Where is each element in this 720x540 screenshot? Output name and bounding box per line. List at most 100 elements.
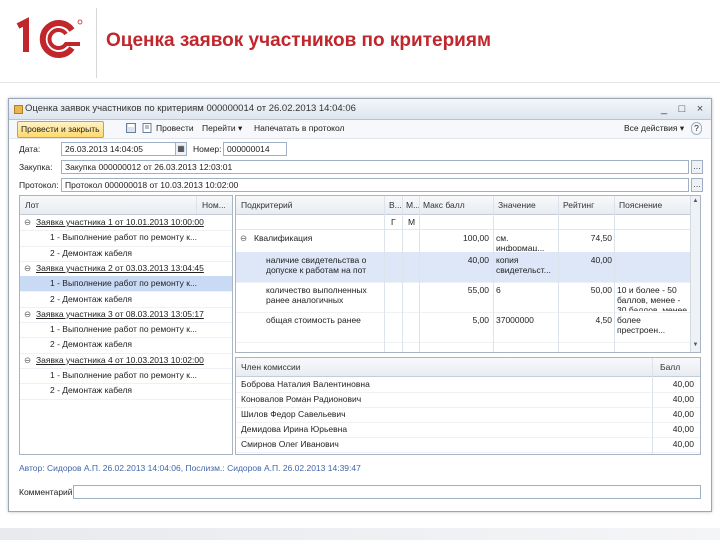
rating-column-header[interactable]: Рейтинг — [563, 200, 594, 210]
lot-row[interactable]: 2 - Демонтаж кабеля — [20, 246, 232, 262]
value-column-header[interactable]: Значение — [498, 200, 536, 210]
lot-row[interactable]: ⊖ Заявка участника 3 от 08.03.2013 13:05:… — [20, 307, 232, 324]
collapse-icon[interactable]: ⊖ — [240, 233, 247, 244]
protocol-select-button[interactable]: … — [691, 178, 703, 192]
criteria-scrollbar[interactable]: ▲ ▼ — [690, 196, 700, 352]
criteria-row[interactable]: наличие свидетельства о допуске к работа… — [236, 252, 690, 283]
collapse-icon[interactable]: ⊖ — [24, 355, 31, 366]
protocol-field[interactable]: Протокол 000000018 от 10.03.2013 10:02:0… — [61, 178, 689, 192]
help-button[interactable]: ? — [691, 122, 702, 135]
lot-row[interactable]: 1 - Выполнение работ по ремонту к... — [20, 368, 232, 385]
member-name: Боброва Наталия Валентиновна — [241, 379, 370, 389]
criteria-name: общая стоимость ранее — [266, 315, 361, 325]
lot-row[interactable]: ⊖ Заявка участника 2 от 03.03.2013 13:04:… — [20, 261, 232, 278]
criteria-value: см. информац... — [496, 233, 545, 251]
lot-row[interactable]: 1 - Выполнение работ по ремонту к... — [20, 322, 232, 339]
lots-table-header: Лот Ном... — [20, 196, 232, 215]
member-column-header[interactable]: Член комиссии — [241, 362, 301, 372]
lot-row[interactable]: 2 - Демонтаж кабеля — [20, 292, 232, 308]
lot-row[interactable]: 2 - Демонтаж кабеля — [20, 383, 232, 400]
criteria-row[interactable]: количество выполненных ранее аналогичных… — [236, 282, 690, 313]
purchase-field[interactable]: Закупка 000000012 от 26.03.2013 12:03:01 — [61, 160, 689, 174]
criteria-name: Квалификация — [254, 233, 313, 243]
criteria-value: 6 — [496, 285, 501, 295]
collapse-icon[interactable]: ⊖ — [24, 263, 31, 274]
criteria-value: копия свидетельст... — [496, 255, 551, 275]
criteria-row[interactable]: общая стоимость ранее 5,00 37000000 4,50 бол… — [236, 312, 690, 343]
post-button[interactable]: Провести — [153, 121, 197, 136]
commission-row[interactable]: Демидова Ирина Юрьевна 40,00 — [236, 422, 700, 438]
collapse-icon[interactable]: ⊖ — [24, 309, 31, 320]
commission-row[interactable]: Коновалов Роман Радионович 40,00 — [236, 392, 700, 408]
toolbar: Провести и закрыть Провести Перейти ▾ На… — [9, 120, 711, 139]
max-score-column-header[interactable]: Макс балл — [423, 200, 465, 210]
header-underline — [0, 82, 720, 83]
lots-table: Лот Ном... ⊖ Заявка участника 1 от 10.01.… — [19, 195, 233, 455]
lot-row-label: 1 - Выполнение работ по ремонту к... — [50, 278, 198, 289]
minimize-button[interactable]: _ — [657, 102, 671, 116]
commission-row[interactable]: Шилов Федор Савельевич 40,00 — [236, 407, 700, 423]
member-score: 40,00 — [672, 394, 694, 404]
lot-row[interactable]: ⊖ Заявка участника 4 от 10.03.2013 10:02:… — [20, 353, 232, 369]
document-icon — [14, 105, 23, 114]
scroll-up-icon[interactable]: ▲ — [691, 197, 700, 206]
lot-row[interactable]: 1 - Выполнение работ по ремонту к... — [20, 276, 232, 293]
criteria-name: наличие свидетельства о допуске к работа… — [266, 255, 367, 275]
score-column-header[interactable]: Балл — [660, 362, 680, 372]
member-score: 40,00 — [672, 424, 694, 434]
lot-row-label: Заявка участника 4 от 10.03.2013 10:02:0… — [36, 354, 204, 365]
all-actions-menu[interactable]: Все действия ▾ — [621, 121, 687, 136]
criteria-max-score: 55,00 — [467, 285, 489, 295]
criteria-table-body: ⊖ Квалификация 100,00 см. информац... 74,50 н… — [236, 230, 690, 351]
collapse-icon[interactable]: ⊖ — [24, 217, 31, 228]
commission-row[interactable]: Смирнов Олег Иванович 40,00 — [236, 437, 700, 453]
lot-row-label: 1 - Выполнение работ по ремонту к... — [50, 370, 198, 380]
member-name: Демидова Ирина Юрьевна — [241, 424, 348, 434]
header-divider — [96, 8, 97, 78]
commission-row[interactable]: Боброва Наталия Валентиновна 40,00 — [236, 377, 700, 393]
lot-row-label: 2 - Демонтаж кабеля — [50, 293, 133, 304]
v-column-header[interactable]: В... — [389, 200, 402, 210]
number-column-header[interactable]: Ном... — [202, 200, 226, 210]
subcriterion-column-header[interactable]: Подкритерий — [241, 200, 293, 210]
close-button[interactable]: × — [693, 102, 707, 116]
lot-row-label: Заявка участника 1 от 10.01.2013 10:00:0… — [36, 217, 204, 227]
criteria-row[interactable]: ⊖ Квалификация 100,00 см. информац... 74,50 — [236, 230, 690, 253]
criteria-note — [617, 255, 689, 281]
maximize-button[interactable]: □ — [675, 102, 689, 116]
lot-row[interactable]: 1 - Выполнение работ по ремонту к... — [20, 230, 232, 247]
lot-row-label: 2 - Демонтаж кабеля — [50, 339, 133, 350]
lot-row-label: 2 - Демонтаж кабеля — [50, 385, 133, 396]
scroll-down-icon[interactable]: ▼ — [691, 341, 700, 350]
lot-row[interactable]: 2 - Демонтаж кабеля — [20, 337, 232, 354]
print-protocol-button[interactable]: Напечатать в протокол — [251, 121, 348, 136]
purchase-select-button[interactable]: … — [691, 160, 703, 174]
lot-row-label: Заявка участника 2 от 03.03.2013 13:04:4… — [36, 262, 204, 273]
lot-row-label: 1 - Выполнение работ по ремонту к... — [50, 232, 198, 243]
member-name: Коновалов Роман Радионович — [241, 394, 362, 404]
lot-row[interactable]: ⊖ Заявка участника 1 от 10.01.2013 10:00:… — [20, 215, 232, 232]
commission-table: Член комиссии Балл Боброва Наталия Вален… — [235, 357, 701, 455]
post-and-close-button[interactable]: Провести и закрыть — [17, 121, 104, 138]
member-score: 40,00 — [672, 379, 694, 389]
criteria-subheader-row: Г М — [236, 215, 690, 230]
lot-row-label: 1 - Выполнение работ по ремонту к... — [50, 324, 198, 335]
note-column-header[interactable]: Пояснение — [619, 200, 662, 210]
criteria-max-score: 5,00 — [472, 315, 489, 325]
number-label: Номер: — [193, 144, 222, 154]
criteria-rating: 50,00 — [590, 285, 612, 295]
criteria-table-header: Подкритерий В... М... Макс балл Значение… — [236, 196, 700, 215]
calendar-button[interactable]: ▦ — [175, 142, 187, 156]
criteria-rating: 40,00 — [590, 255, 612, 265]
v-subheader: Г — [391, 217, 396, 227]
number-field[interactable]: 000000014 — [223, 142, 287, 156]
comment-field[interactable] — [73, 485, 701, 499]
criteria-value: 37000000 — [496, 315, 534, 325]
goto-menu[interactable]: Перейти ▾ — [199, 121, 245, 136]
1c-logo — [14, 16, 86, 62]
lot-column-header[interactable]: Лот — [25, 200, 39, 210]
lots-table-body: ⊖ Заявка участника 1 от 10.01.2013 10:00:… — [20, 215, 232, 453]
criteria-note: 10 и более - 50 баллов, менее - 30 балло… — [617, 285, 687, 311]
criteria-max-score: 40,00 — [467, 255, 489, 265]
date-field[interactable]: 26.03.2013 14:04:05 — [61, 142, 177, 156]
